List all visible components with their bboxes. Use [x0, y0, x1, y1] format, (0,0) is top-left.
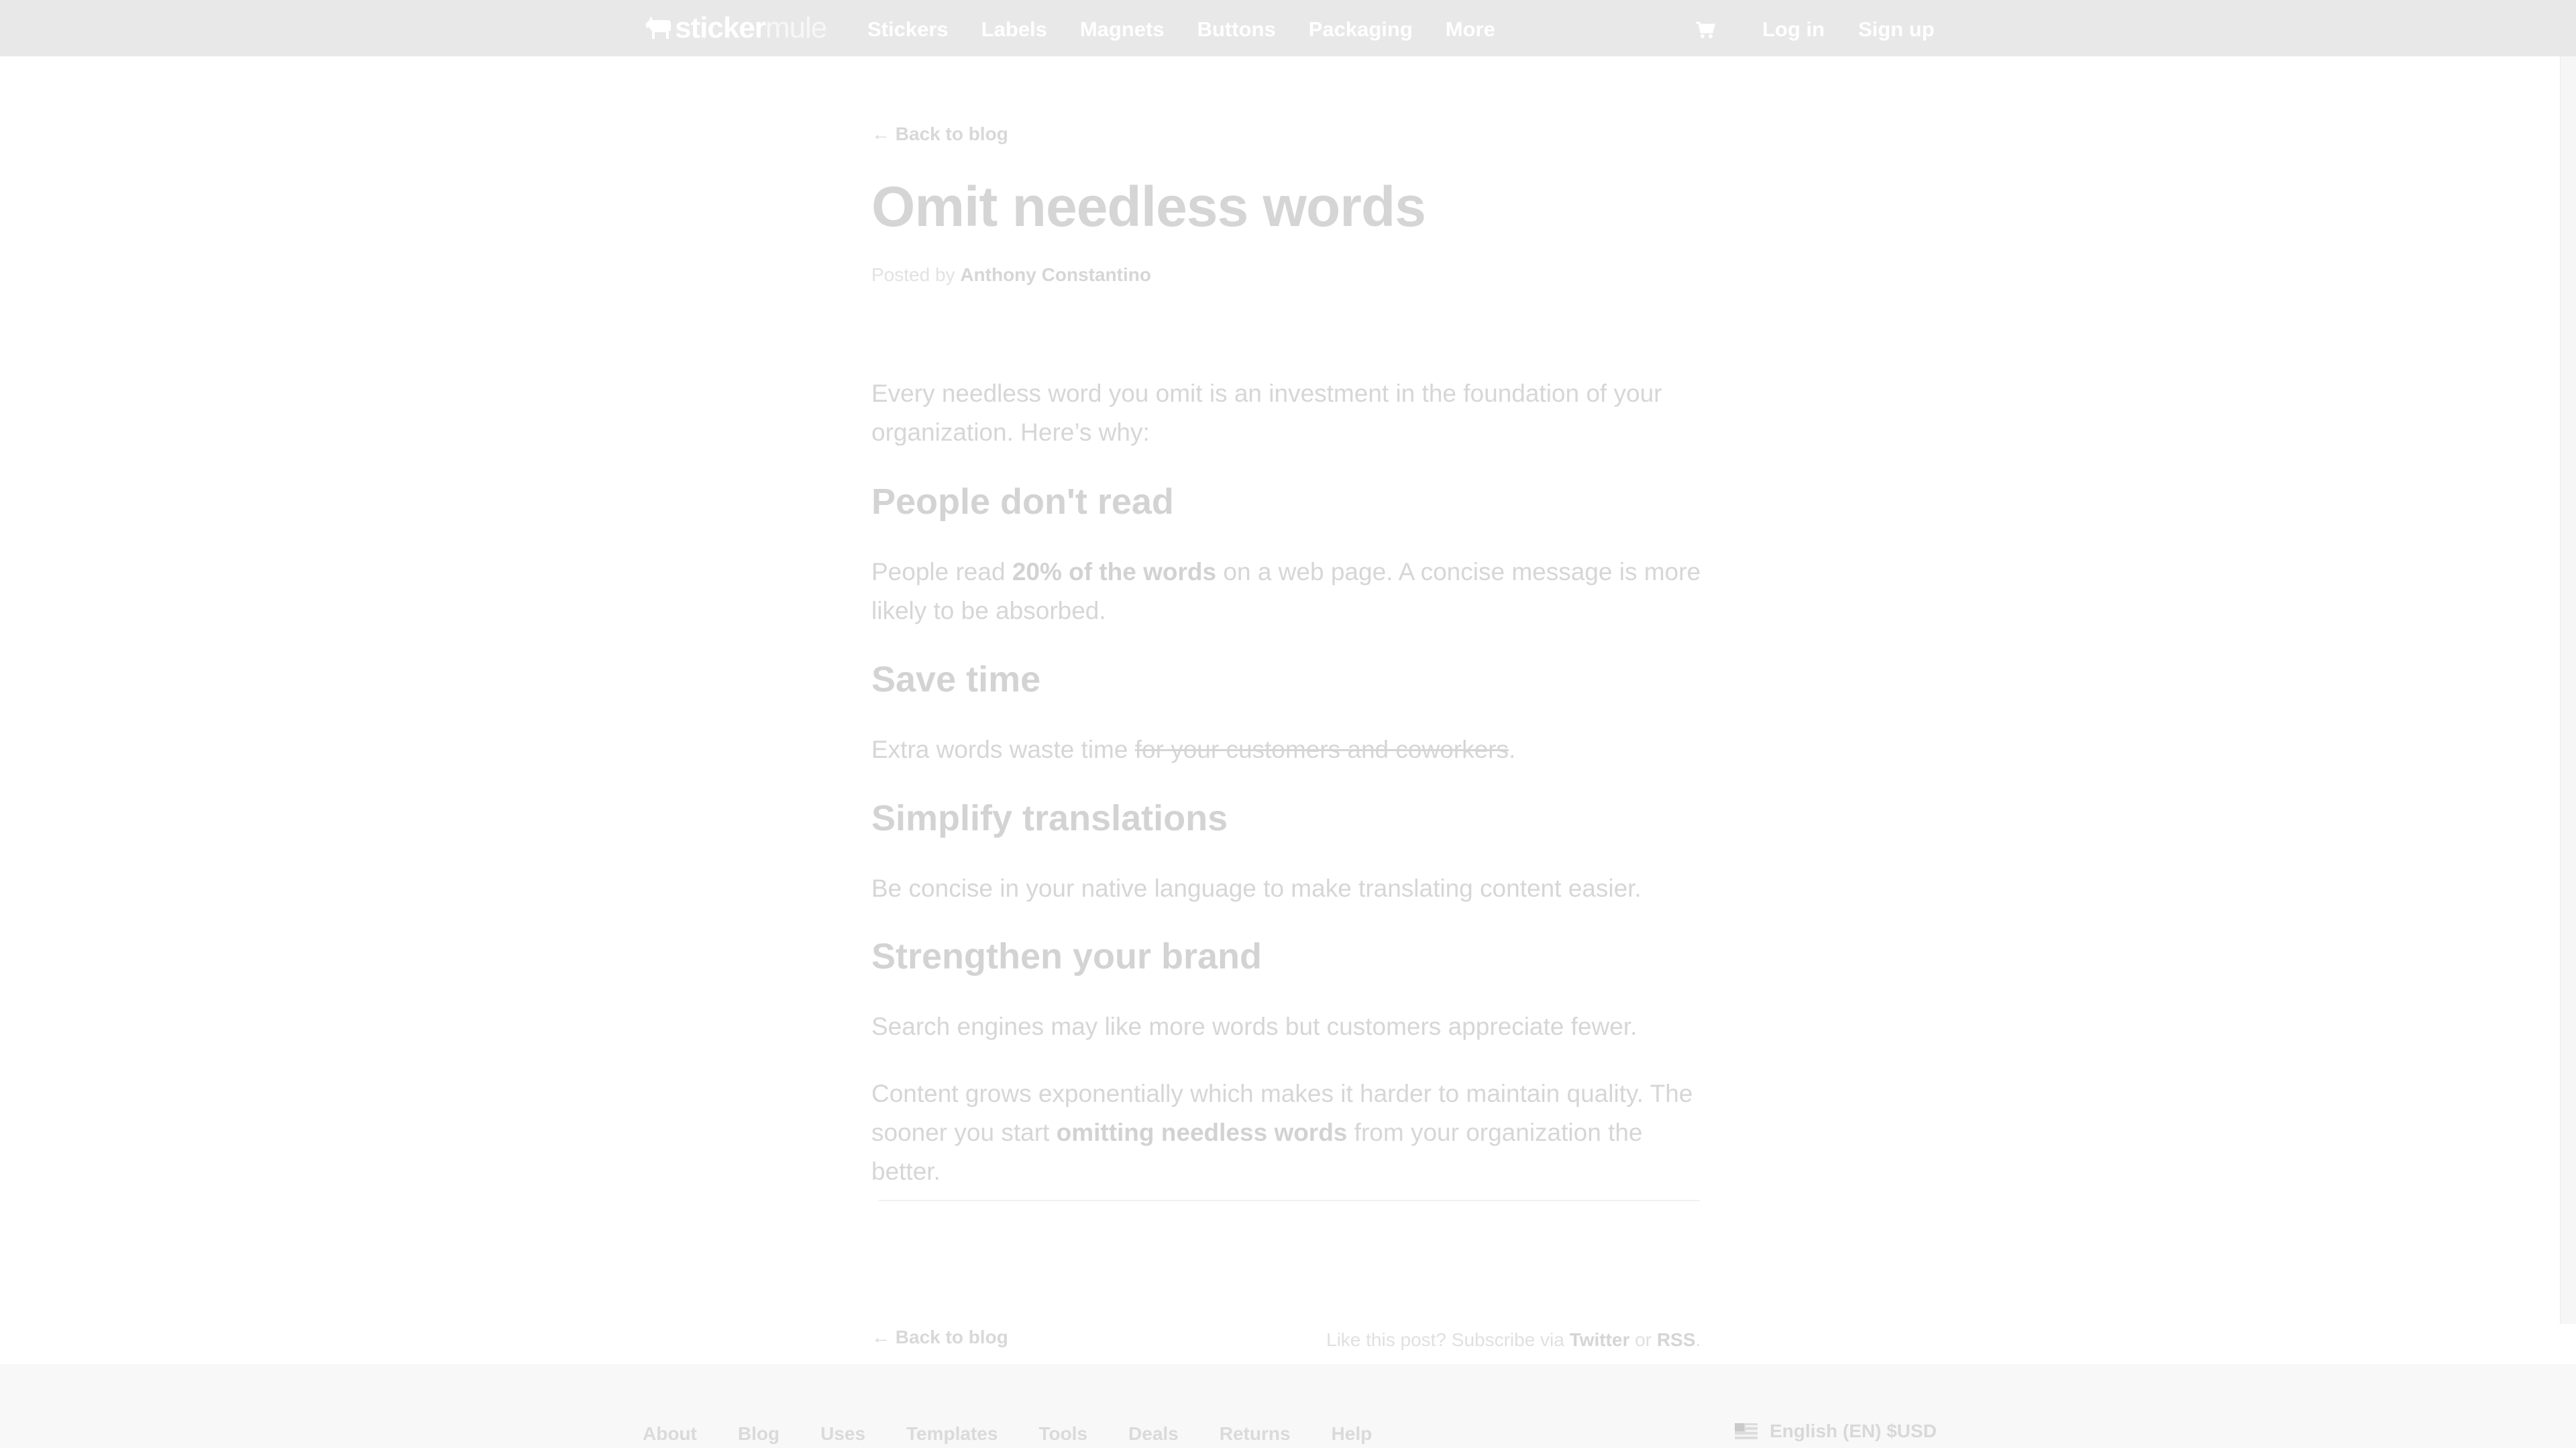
nav-more[interactable]: More: [1446, 16, 1495, 43]
flag-icon: [1735, 1423, 1758, 1439]
footer-link-blog[interactable]: Blog: [738, 1423, 780, 1445]
nav-stickers[interactable]: Stickers: [867, 16, 949, 43]
nav-packaging[interactable]: Packaging: [1309, 16, 1413, 43]
page-title: Omit needless words: [871, 175, 1426, 238]
section-heading-people-dont-read: People don't read: [871, 482, 1174, 522]
section-heading-simplify-translations: Simplify translations: [871, 798, 1228, 838]
mule-icon: [645, 16, 671, 39]
footer-nav: About Blog Uses Templates Tools Deals Re…: [643, 1423, 1413, 1445]
logo-text-thin: mule: [765, 11, 827, 44]
paragraph-text: Extra words waste time: [871, 736, 1135, 763]
login-link[interactable]: Log in: [1762, 16, 1825, 43]
emphasized-link[interactable]: 20% of the words: [1012, 558, 1216, 586]
paragraph-simplify-translations: Be concise in your native language to ma…: [871, 875, 1642, 902]
main-nav: Stickers Labels Magnets Buttons Packagin…: [867, 16, 1528, 43]
nav-labels[interactable]: Labels: [981, 16, 1047, 43]
subscribe-prefix: Like this post? Subscribe via: [1326, 1329, 1570, 1350]
paragraph-people-dont-read: People read 20% of the words on a web pa…: [871, 553, 1707, 630]
footer-link-templates[interactable]: Templates: [906, 1423, 998, 1445]
footer-link-about[interactable]: About: [643, 1423, 697, 1445]
logo-text-bold: sticker: [675, 11, 766, 44]
stickermule-logo[interactable]: sticker mule: [643, 11, 827, 46]
subscribe-suffix: .: [1695, 1329, 1701, 1350]
back-to-blog-link[interactable]: ← Back to blog: [871, 123, 1008, 145]
twitter-link[interactable]: Twitter: [1570, 1329, 1630, 1350]
byline: Posted by Anthony Constantino: [871, 264, 1151, 286]
subscribe-or: or: [1629, 1329, 1657, 1350]
section-heading-save-time: Save time: [871, 659, 1041, 700]
footer-link-returns[interactable]: Returns: [1220, 1423, 1291, 1445]
footer-link-tools[interactable]: Tools: [1038, 1423, 1087, 1445]
nav-magnets[interactable]: Magnets: [1080, 16, 1165, 43]
intro-paragraph: Every needless word you omit is an inves…: [871, 380, 1662, 446]
footer-link-deals[interactable]: Deals: [1128, 1423, 1179, 1445]
article-divider: [878, 1200, 1700, 1201]
rss-link[interactable]: RSS: [1657, 1329, 1696, 1350]
footer-link-uses[interactable]: Uses: [820, 1423, 865, 1445]
locale-selector[interactable]: English (EN) $USD: [1735, 1421, 1937, 1442]
paragraph-save-time: Extra words waste time for your customer…: [871, 730, 1707, 769]
header-actions: Log in Sign up: [1695, 16, 1968, 43]
top-navbar: sticker mule Stickers Labels Magnets Butt…: [0, 0, 2576, 56]
emphasized-link[interactable]: omitting needless words: [1057, 1119, 1348, 1146]
byline-prefix: Posted by: [871, 264, 961, 285]
footer-link-help[interactable]: Help: [1332, 1423, 1373, 1445]
paragraph-text: People read: [871, 558, 1012, 586]
nav-buttons[interactable]: Buttons: [1197, 16, 1276, 43]
signup-link[interactable]: Sign up: [1858, 16, 1935, 43]
section-heading-strengthen-brand: Strengthen your brand: [871, 936, 1263, 977]
page-footer: About Blog Uses Templates Tools Deals Re…: [0, 1364, 2576, 1448]
page-scrollbar[interactable]: [2560, 56, 2576, 1324]
back-to-blog-link-bottom[interactable]: ← Back to blog: [871, 1327, 1008, 1348]
subscribe-line: Like this post? Subscribe via Twitter or…: [1326, 1329, 1701, 1351]
locale-label: English (EN) $USD: [1770, 1421, 1937, 1441]
paragraph-strengthen-brand: Search engines may like more words but c…: [871, 1013, 1638, 1040]
shopping-cart-icon[interactable]: [1695, 19, 1716, 40]
author-link[interactable]: Anthony Constantino: [960, 264, 1151, 285]
strikethrough-text: for your customers and coworkers: [1134, 736, 1509, 763]
paragraph-text: .: [1509, 736, 1516, 763]
closing-paragraph: Content grows exponentially which makes …: [871, 1074, 1707, 1191]
